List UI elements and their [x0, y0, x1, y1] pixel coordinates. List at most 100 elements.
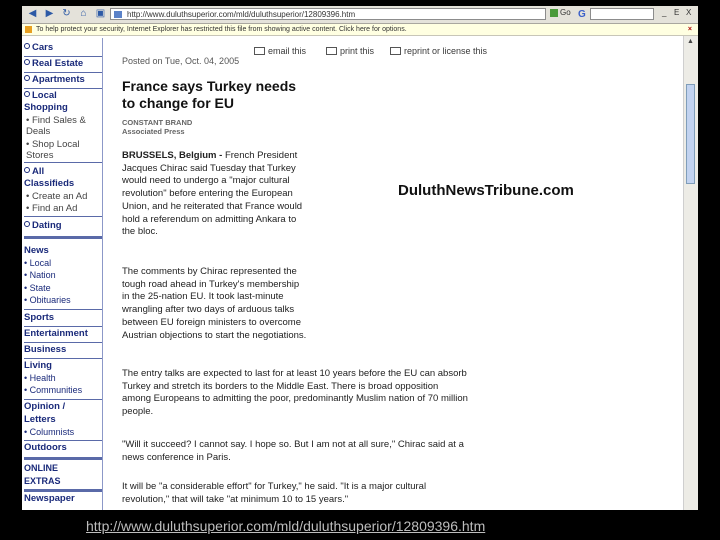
close-button[interactable]: X [686, 8, 691, 17]
address-bar[interactable]: http://www.duluthsuperior.com/mld/duluth… [110, 8, 546, 20]
print-this-link[interactable]: print this [326, 46, 374, 56]
paragraph-2: The comments by Chirac represented the t… [122, 266, 306, 342]
sidebar-sub-shop-local[interactable]: • Shop Local [24, 139, 104, 150]
footer-url-link[interactable]: http://www.duluthsuperior.com/mld/duluth… [86, 518, 485, 534]
google-search-input[interactable] [590, 8, 654, 20]
sidebar-sub-stores[interactable]: Stores [24, 150, 104, 161]
author-name: CONSTANT BRAND [122, 118, 193, 127]
sidebar-item-cars[interactable]: Cars [24, 42, 102, 53]
info-bar[interactable]: To help protect your security, Internet … [22, 24, 698, 36]
sidebar-item-living[interactable]: Living [24, 360, 102, 371]
sidebar-item-entertainment[interactable]: Entertainment [24, 328, 102, 339]
info-bar-text: To help protect your security, Internet … [36, 26, 407, 33]
sidebar-item-apartments[interactable]: Apartments [24, 74, 102, 85]
sidebar-sub-state[interactable]: • State [24, 283, 102, 294]
sidebar-label: Local [32, 90, 57, 101]
sidebar-sub-health[interactable]: • Health [24, 373, 102, 384]
sidebar-item-classifieds[interactable]: Classifieds [24, 178, 102, 189]
reprint-license-link[interactable]: reprint or license this [390, 46, 487, 56]
forward-icon[interactable]: ▶ [43, 8, 56, 20]
section-divider [24, 489, 102, 492]
home-icon[interactable]: ⌂ [77, 8, 90, 20]
sidebar-item-dating[interactable]: Dating [24, 220, 102, 231]
sidebar-item-local-shopping-2[interactable]: Shopping [24, 102, 102, 113]
action-label: print this [340, 46, 375, 56]
divider [24, 342, 102, 343]
sidebar-item-letters[interactable]: Letters [24, 414, 102, 425]
divider [24, 56, 102, 57]
paragraph-1: BRUSSELS, Belgium - French President Jac… [122, 150, 302, 239]
sidebar-sub-label: Columnists [29, 427, 75, 437]
sidebar-sub-obituaries[interactable]: • Obituaries [24, 295, 102, 306]
sidebar-sub-label: Deals [26, 126, 51, 137]
sidebar-sub-nation[interactable]: • Nation [24, 270, 102, 281]
posted-date: Posted on Tue, Oct. 04, 2005 [122, 56, 240, 66]
printer-icon [326, 47, 337, 55]
sidebar-item-extras[interactable]: EXTRAS [24, 476, 102, 487]
sidebar-label: Shopping [24, 102, 68, 113]
sidebar-item-online[interactable]: ONLINE [24, 463, 102, 474]
text-line: The comments by Chirac represented the [122, 266, 297, 277]
divider [24, 326, 102, 327]
sidebar-sub-create-ad[interactable]: • Create an Ad [24, 191, 104, 202]
maximize-button[interactable]: E [674, 8, 679, 17]
paragraph-5: It will be "a considerable effort" for T… [122, 481, 426, 506]
sidebar-label: Dating [32, 220, 62, 231]
sidebar-sub-columnists[interactable]: • Columnists [24, 427, 102, 438]
sidebar-nav: Cars Real Estate Apartments Local Shoppi… [24, 38, 102, 510]
sidebar-item-outdoors[interactable]: Outdoors [24, 442, 102, 453]
scroll-thumb[interactable] [686, 84, 695, 184]
vertical-scrollbar[interactable]: ▲ [683, 36, 698, 510]
sidebar-sub-deals[interactable]: Deals [24, 126, 104, 137]
dateline: BRUSSELS, Belgium - [122, 150, 225, 161]
sidebar-item-all-classifieds[interactable]: All [24, 166, 102, 177]
text-line: Union, and he reiterated that France wou… [122, 200, 303, 212]
divider [24, 88, 102, 89]
back-icon[interactable]: ◀ [26, 8, 39, 20]
text-line: Austrian objections to start the negotia… [122, 329, 307, 341]
sidebar-item-local-shopping[interactable]: Local [24, 90, 102, 101]
minimize-button[interactable]: _ [662, 8, 666, 17]
sidebar-sub-communities[interactable]: • Communities [24, 385, 102, 396]
headline-line: France says Turkey needs [122, 78, 297, 94]
go-label: Go [560, 8, 571, 17]
article-headline: France says Turkey needs to change for E… [122, 78, 382, 112]
sidebar-item-newspaper[interactable]: Newspaper [24, 493, 102, 504]
sidebar-sub-local[interactable]: • Local [24, 258, 102, 269]
text-line: Jacques Chirac said Tuesday that Turkey [122, 162, 296, 174]
sidebar-item-news[interactable]: News [24, 245, 102, 256]
divider [24, 440, 102, 441]
sidebar-sub-find-sales[interactable]: • Find Sales & [24, 115, 104, 126]
text-line: hold a referendum on admitting Ankara to [122, 213, 297, 225]
divider [24, 72, 102, 73]
sidebar-sub-label: Nation [29, 270, 56, 280]
text-line: tough road ahead in Turkey's membership [122, 278, 300, 290]
info-bar-close-icon[interactable]: × [688, 24, 692, 35]
sidebar-sub-find-ad[interactable]: • Find an Ad [24, 203, 104, 214]
sidebar-item-opinion[interactable]: Opinion / [24, 401, 102, 412]
sidebar-item-sports[interactable]: Sports [24, 312, 102, 323]
byline: CONSTANT BRAND Associated Press [122, 118, 192, 136]
email-this-link[interactable]: email this [254, 46, 306, 56]
scroll-up-icon[interactable]: ▲ [685, 38, 696, 48]
text-line: would need to undergo a "major cultural [122, 175, 290, 187]
text-line: between EU foreign ministers to overcome [122, 316, 301, 328]
section-divider [24, 457, 102, 460]
headline-line: to change for EU [122, 95, 235, 111]
text-line: among Europeans to admitting the poor, p… [122, 393, 468, 405]
paragraph-4: "Will it succeed? I cannot say. I hope s… [122, 439, 464, 464]
refresh-icon[interactable]: ↻ [60, 8, 73, 20]
sidebar-label: Classifieds [24, 178, 75, 189]
sidebar-sub-label: Create an Ad [31, 191, 88, 202]
text-line: revolution" before entering the European [122, 188, 293, 200]
sidebar-item-business[interactable]: Business [24, 344, 102, 355]
sidebar-sub-label: Stores [26, 150, 54, 161]
bullet-icon [24, 75, 30, 81]
page-icon[interactable]: ▣ [94, 8, 107, 20]
text-line: in the 25-nation EU. It took last-minute [122, 291, 284, 303]
bullet-icon [24, 59, 30, 65]
browser-toolbar: ◀ ▶ ↻ ⌂ ▣ http://www.duluthsuperior.com/… [22, 6, 698, 24]
text-line: The entry talks are expected to last for… [122, 368, 467, 379]
go-button[interactable]: Go [550, 8, 571, 17]
sidebar-item-real-estate[interactable]: Real Estate [24, 58, 102, 69]
